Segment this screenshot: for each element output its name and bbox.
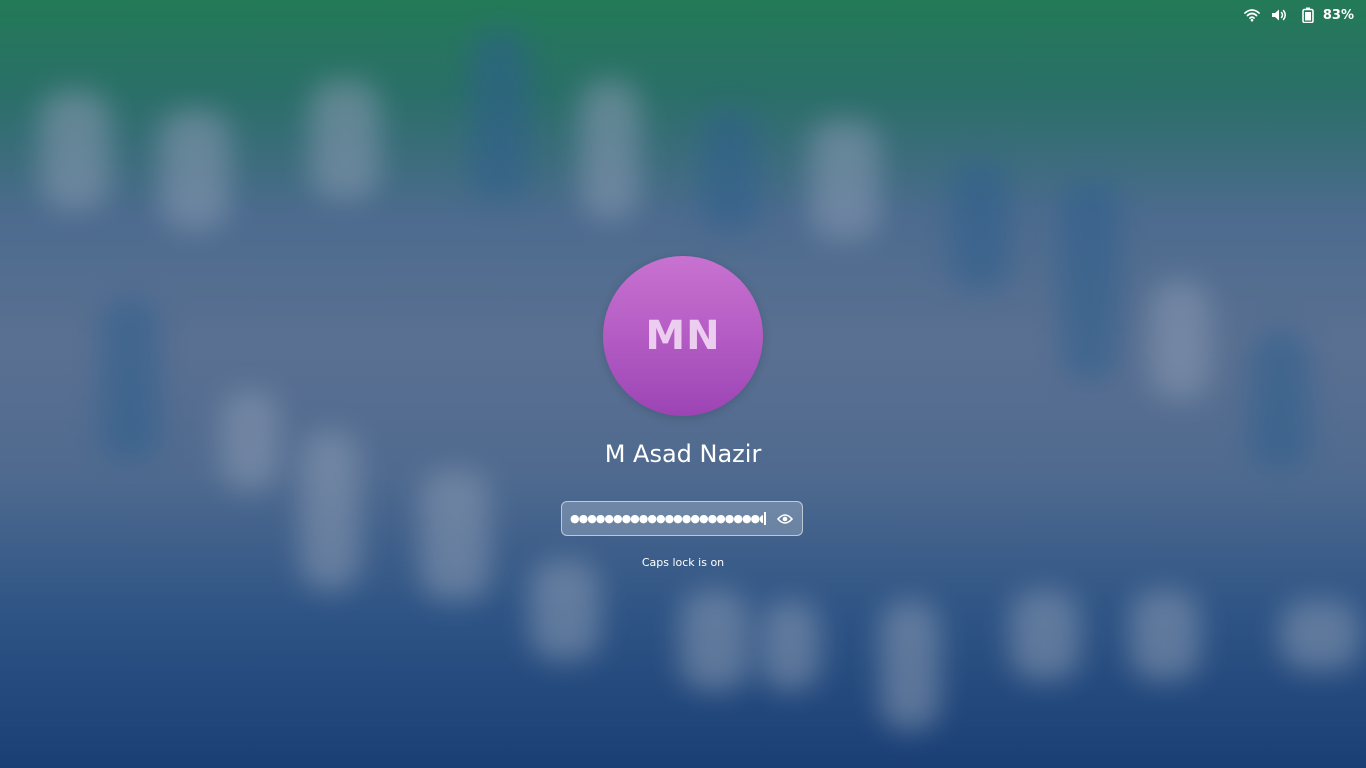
text-cursor bbox=[764, 512, 766, 525]
password-field[interactable]: ●●●●●●●●●●●●●●●●●●●●●●●●●● bbox=[561, 501, 803, 536]
login-panel: MN M Asad Nazir ●●●●●●●●●●●●●●●●●●●●●●●●… bbox=[0, 0, 1366, 768]
avatar: MN bbox=[603, 256, 763, 416]
avatar-initials: MN bbox=[645, 313, 721, 359]
user-name: M Asad Nazir bbox=[604, 440, 762, 468]
eye-icon[interactable] bbox=[776, 510, 794, 528]
caps-lock-warning: Caps lock is on bbox=[641, 556, 725, 569]
lock-screen: 83% MN M Asad Nazir ●●●●●●●●●●●●●●●●●●●●… bbox=[0, 0, 1366, 768]
password-masked-text[interactable]: ●●●●●●●●●●●●●●●●●●●●●●●●●● bbox=[570, 501, 763, 536]
